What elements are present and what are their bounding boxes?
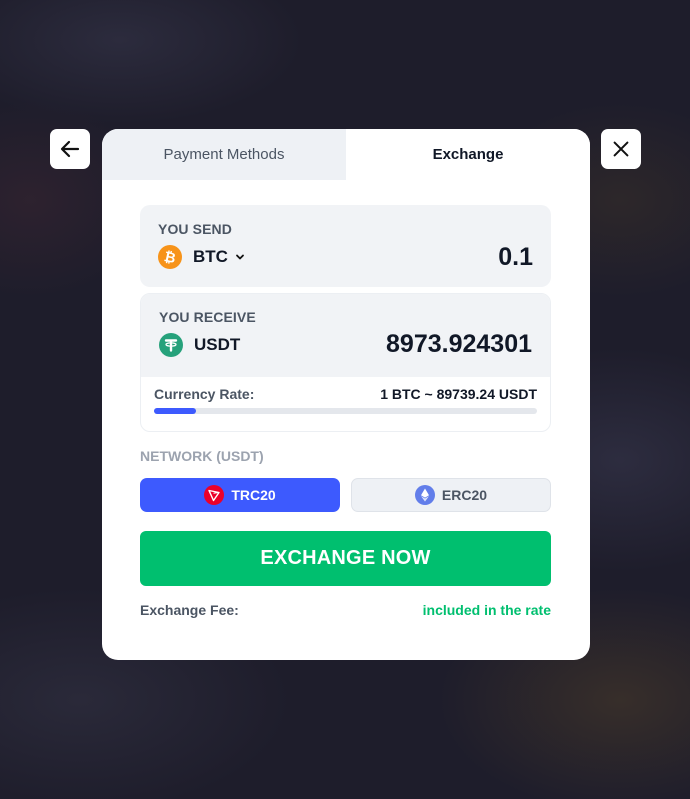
rate-area: Currency Rate: 1 BTC ~ 89739.24 USDT [141,377,550,414]
receive-panel: YOU RECEIVE USDT 8973.924301 Currency Ra… [140,293,551,432]
exchange-modal: Payment Methods Exchange YOU SEND ₿ BTC … [102,129,590,660]
close-button[interactable] [601,129,641,169]
receive-top: YOU RECEIVE USDT 8973.924301 [141,294,550,377]
tron-icon [204,485,225,505]
back-button[interactable] [50,129,90,169]
rate-value: 1 BTC ~ 89739.24 USDT [380,386,537,402]
send-amount-input[interactable]: 0.1 [498,243,533,272]
rate-refresh-progress-fill [154,408,197,414]
exchange-now-button[interactable]: EXCHANGE NOW [140,531,551,586]
receive-amount: 8973.924301 [386,330,532,358]
send-currency-selector[interactable]: ₿ BTC [158,245,533,269]
tab-bar: Payment Methods Exchange [102,129,590,180]
ethereum-icon [414,485,435,505]
chevron-down-icon[interactable] [234,251,246,263]
rate-row: Currency Rate: 1 BTC ~ 89739.24 USDT [154,386,537,402]
rate-refresh-progress [154,408,537,414]
network-option-erc20[interactable]: ERC20 [351,478,551,512]
network-label: NETWORK (USDT) [140,448,264,464]
arrow-left-icon [60,140,80,158]
bitcoin-icon: ₿ [158,245,182,269]
receive-currency-code: USDT [194,335,241,354]
tab-exchange[interactable]: Exchange [346,129,590,180]
network-option-trc20[interactable]: TRC20 [140,478,340,512]
network-option-label: TRC20 [231,487,276,503]
send-panel: YOU SEND ₿ BTC 0.1 [140,205,551,287]
tether-icon [159,333,183,357]
fee-value: included in the rate [422,602,551,618]
svg-text:₿: ₿ [163,249,177,267]
send-currency-code: BTC [193,247,228,266]
fee-label: Exchange Fee: [140,602,239,618]
send-label: YOU SEND [158,221,232,237]
rate-label: Currency Rate: [154,386,255,402]
receive-label: YOU RECEIVE [159,309,256,325]
exchange-form: YOU SEND ₿ BTC 0.1 YOU RECEIVE USDT 8973… [140,205,551,618]
fee-row: Exchange Fee: included in the rate [140,602,551,618]
network-option-label: ERC20 [441,487,488,503]
tab-payment-methods[interactable]: Payment Methods [102,129,346,180]
network-options: TRC20 ERC20 [140,478,551,512]
close-icon [613,141,629,157]
